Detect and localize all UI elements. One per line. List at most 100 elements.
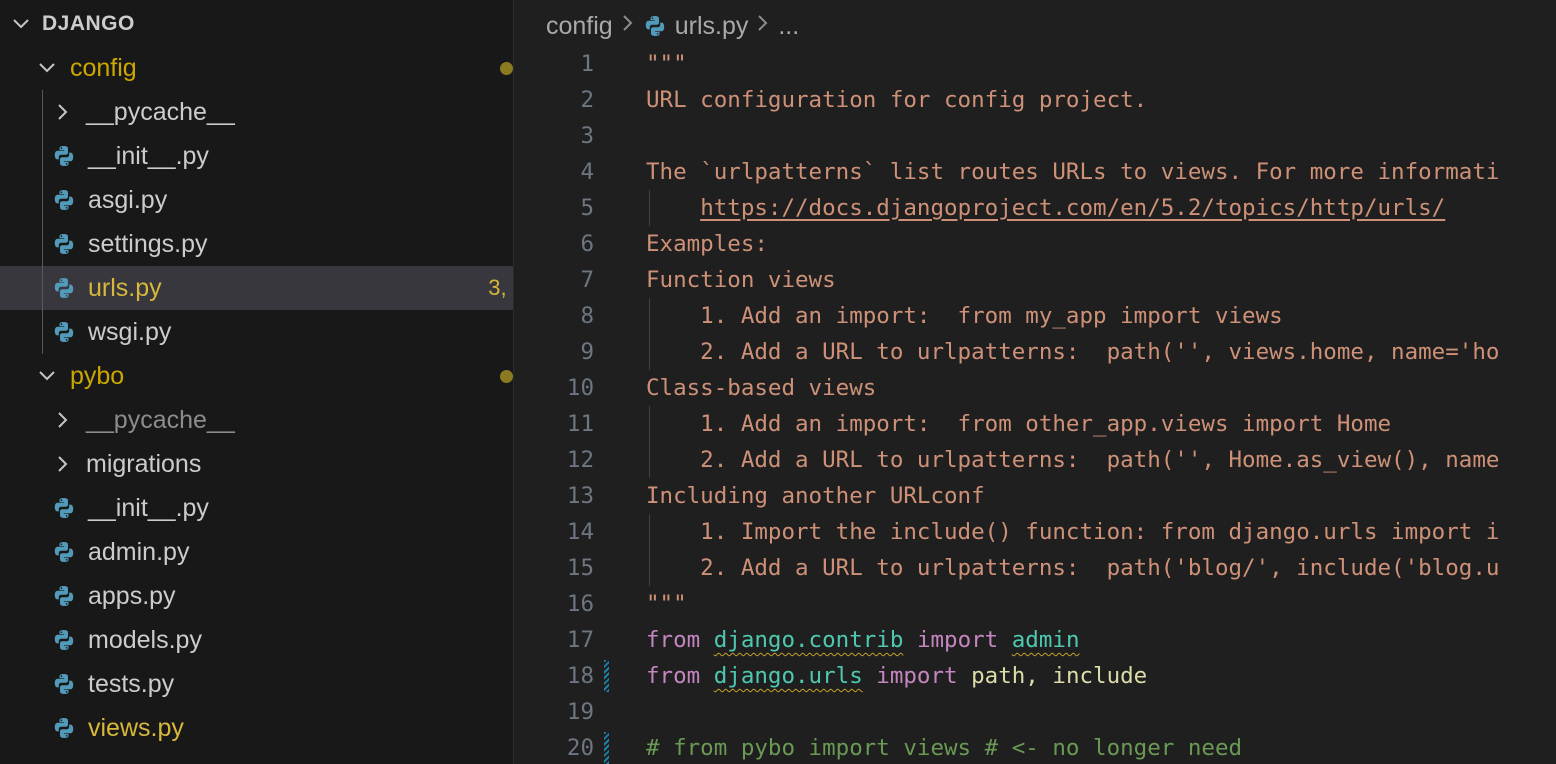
file-item-init-py[interactable]: __init__.py [0, 486, 513, 530]
code-token: import [876, 663, 958, 689]
chevron-right-icon [756, 13, 770, 39]
code-token: URL configuration for config project. [646, 87, 1148, 113]
tree-item-label: __pycache__ [86, 97, 235, 126]
python-file-icon [52, 276, 76, 300]
python-file-icon [52, 672, 76, 696]
line-number: 17 [566, 627, 594, 653]
chevron-right-icon [52, 101, 74, 123]
code-text: from django.urls import path, include [646, 658, 1147, 694]
code-token: """ [646, 591, 687, 617]
code-token: 2. Add a URL to urlpatterns: path('', Ho… [646, 447, 1500, 473]
code-text: URL configuration for config project. [646, 82, 1147, 118]
code-line[interactable]: 11 1. Add an import: from other_app.view… [514, 406, 1556, 442]
gutter-change-marker[interactable] [604, 660, 609, 692]
code-line[interactable]: 14 1. Import the include() function: fro… [514, 514, 1556, 550]
code-line[interactable]: 19 [514, 694, 1556, 730]
chevron-right-icon [52, 453, 74, 475]
file-item-settings-py[interactable]: settings.py [0, 222, 513, 266]
folder-item-pycache[interactable]: __pycache__ [0, 398, 513, 442]
code-text: 2. Add a URL to urlpatterns: path('', Ho… [646, 442, 1499, 478]
code-line[interactable]: 6 Examples: [514, 226, 1556, 262]
line-number: 15 [566, 555, 594, 581]
code-text: 1. Add an import: from other_app.views i… [646, 406, 1391, 442]
file-item-models-py[interactable]: models.py [0, 618, 513, 662]
line-number: 6 [580, 231, 594, 257]
python-file-icon [52, 496, 76, 520]
tree-item-label: apps.py [88, 581, 176, 610]
breadcrumb-folder[interactable]: config [546, 12, 613, 41]
python-file-icon [52, 716, 76, 740]
code-text: Including another URLconf [646, 478, 985, 514]
python-file-icon [643, 14, 667, 38]
line-number: 18 [566, 663, 594, 689]
code-token: 2. Add a URL to urlpatterns: path('blog/… [646, 555, 1500, 581]
line-number: 12 [566, 447, 594, 473]
tree-item-label: tests.py [88, 669, 175, 698]
code-line[interactable]: 17 from django.contrib import admin [514, 622, 1556, 658]
folder-item-pycache[interactable]: __pycache__ [0, 90, 513, 134]
file-item-apps-py[interactable]: apps.py [0, 574, 513, 618]
explorer-root-folder[interactable]: DJANGO [0, 2, 513, 46]
code-text: 2. Add a URL to urlpatterns: path('blog/… [646, 550, 1499, 586]
file-item-urls-py[interactable]: urls.py 3, M [0, 266, 513, 310]
code-line[interactable]: 1 """ [514, 46, 1556, 82]
code-token: 1. Add an import: from my_app import vie… [646, 303, 1283, 329]
chevron-right-icon [621, 13, 635, 39]
code-line[interactable]: 2 URL configuration for config project. [514, 82, 1556, 118]
line-number: 4 [580, 159, 594, 185]
code-line[interactable]: 8 1. Add an import: from my_app import v… [514, 298, 1556, 334]
python-file-icon [52, 188, 76, 212]
code-text: # from pybo import views # <- no longer … [646, 730, 1242, 764]
file-item-asgi-py[interactable]: asgi.py [0, 178, 513, 222]
code-line[interactable]: 9 2. Add a URL to urlpatterns: path('', … [514, 334, 1556, 370]
file-item-views-py[interactable]: views.py2 [0, 706, 513, 750]
code-text: 1. Add an import: from my_app import vie… [646, 298, 1283, 334]
code-line[interactable]: 13 Including another URLconf [514, 478, 1556, 514]
breadcrumb-file[interactable]: urls.py [675, 12, 749, 41]
tree-item-label: config [70, 53, 137, 82]
code-line[interactable]: 12 2. Add a URL to urlpatterns: path('',… [514, 442, 1556, 478]
line-number: 3 [580, 123, 594, 149]
modified-dot-icon [500, 61, 513, 75]
code-token: https://docs.djangoproject.com/en/5.2/to… [700, 195, 1446, 221]
line-number: 7 [580, 267, 594, 293]
code-line[interactable]: 10 Class-based views [514, 370, 1556, 406]
file-item-admin-py[interactable]: admin.py [0, 530, 513, 574]
gutter-change-marker[interactable] [604, 732, 609, 764]
code-line[interactable]: 5 https://docs.djangoproject.com/en/5.2/… [514, 190, 1556, 226]
code-token: 2. Add a URL to urlpatterns: path('', vi… [646, 339, 1500, 365]
file-item-tests-py[interactable]: tests.py [0, 662, 513, 706]
code-line[interactable]: 15 2. Add a URL to urlpatterns: path('bl… [514, 550, 1556, 586]
folder-item-migrations[interactable]: migrations [0, 442, 513, 486]
folder-item-config[interactable]: config [0, 46, 513, 90]
line-number: 14 [566, 519, 594, 545]
code-editor[interactable]: config urls.py ... 1 """ 2 URL configuratio… [514, 0, 1556, 764]
line-number: 11 [566, 411, 594, 437]
code-line[interactable]: 3 [514, 118, 1556, 154]
line-number: 13 [566, 483, 594, 509]
code-line[interactable]: 20 # from pybo import views # <- no longe… [514, 730, 1556, 764]
explorer-root-label: DJANGO [42, 12, 135, 35]
code-text: Examples: [646, 226, 768, 262]
code-token: Including another URLconf [646, 483, 985, 509]
code-line[interactable]: 4 The `urlpatterns` list routes URLs to v… [514, 154, 1556, 190]
code-token: The `urlpatterns` list routes URLs to vi… [646, 159, 1500, 185]
folder-item-pybo[interactable]: pybo [0, 354, 513, 398]
file-item-wsgi-py[interactable]: wsgi.py [0, 310, 513, 354]
file-item-init-py[interactable]: __init__.py [0, 134, 513, 178]
code-line[interactable]: 16 """ [514, 586, 1556, 622]
code-text: The `urlpatterns` list routes URLs to vi… [646, 154, 1499, 190]
code-token: Function views [646, 267, 836, 293]
indent-guide [649, 190, 650, 226]
code-line[interactable]: 7 Function views [514, 262, 1556, 298]
code-line[interactable]: 18 from django.urls import path, include [514, 658, 1556, 694]
code-token: 1. Add an import: from other_app.views i… [646, 411, 1392, 437]
tree-item-label: __init__.py [88, 493, 209, 522]
code-text: 2. Add a URL to urlpatterns: path('', vi… [646, 334, 1499, 370]
breadcrumb-more[interactable]: ... [778, 12, 799, 41]
code-text: Class-based views [646, 370, 876, 406]
